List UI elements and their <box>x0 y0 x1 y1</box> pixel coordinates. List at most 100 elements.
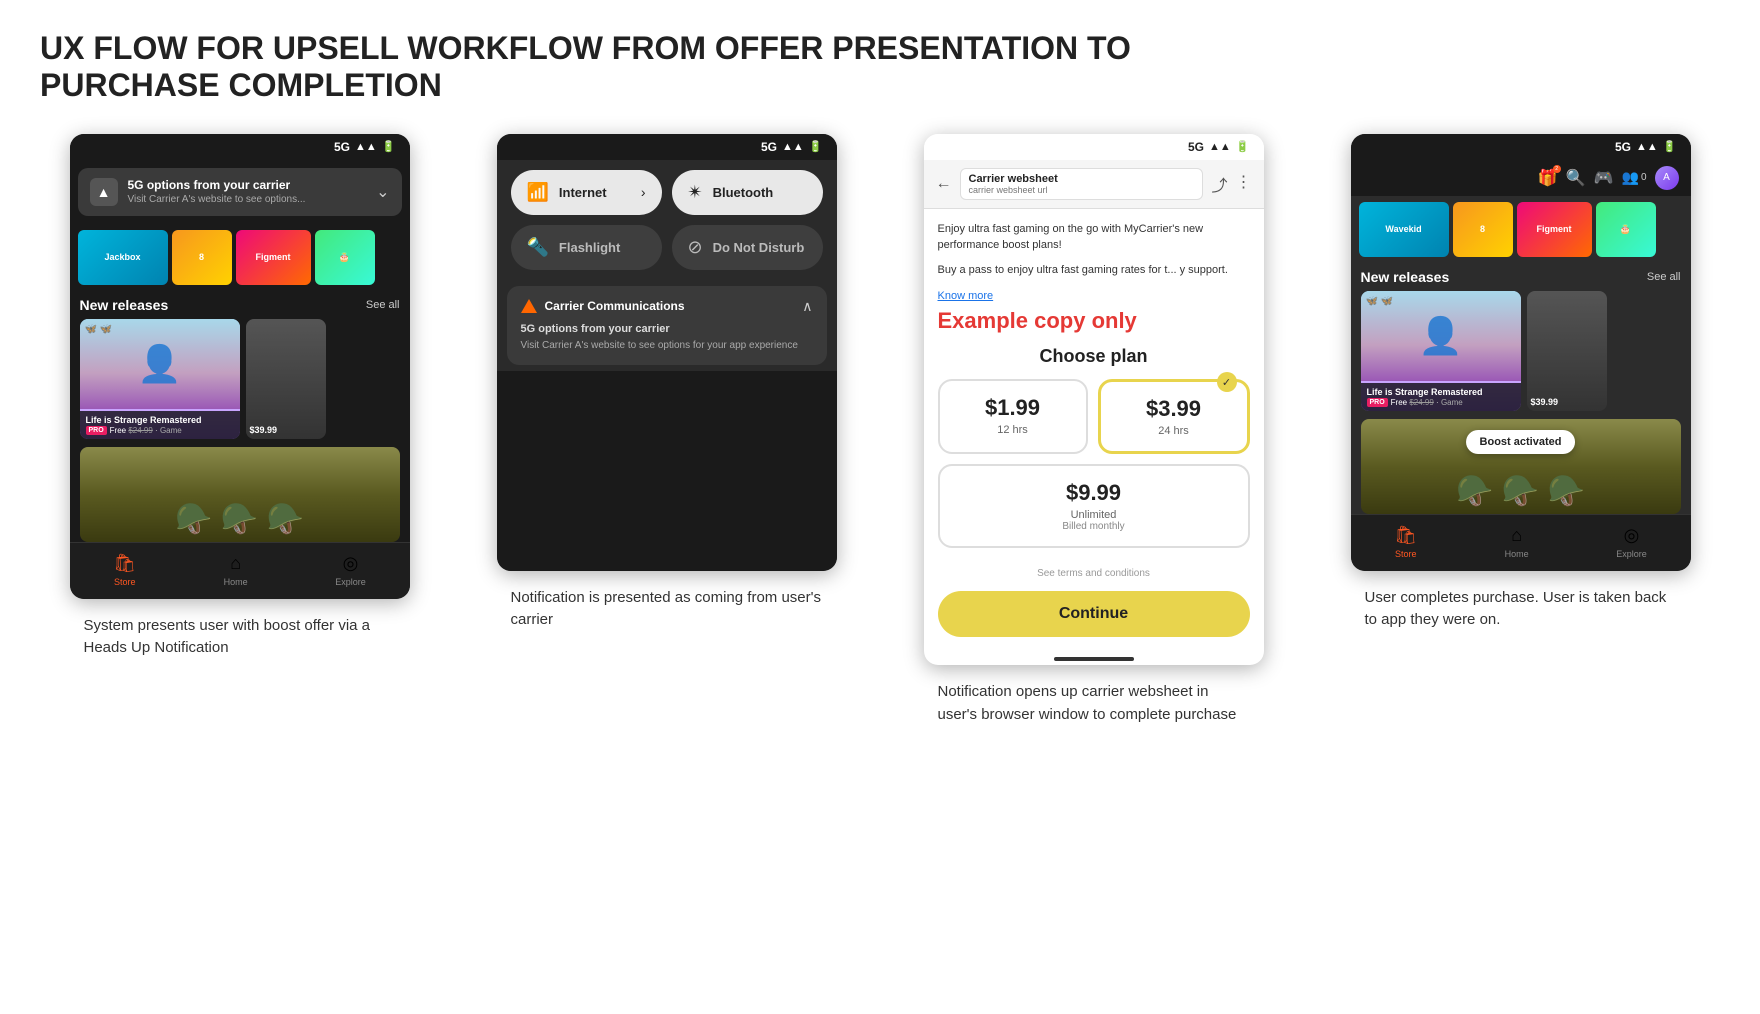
promo-text: Enjoy ultra fast gaming on the go with M… <box>938 221 1250 254</box>
section-title-1: New releases <box>80 297 169 313</box>
carrier-name-label: Carrier Communications <box>545 299 685 313</box>
expand-icon[interactable]: ⌄ <box>376 182 389 202</box>
screen4-col: 5G ▲▲ 🔋 🎁 2 🔍 🎮 👥 0 A <box>1321 134 1720 632</box>
banner-thumbnails-4: Wavekid 8 Figment 🎂 <box>1351 196 1691 263</box>
plan-card-2[interactable]: ✓ $3.99 24 hrs <box>1098 379 1250 454</box>
price-type: Game <box>160 426 182 435</box>
continue-button[interactable]: Continue <box>938 591 1250 637</box>
url-subtitle: carrier websheet url <box>969 185 1195 195</box>
ws-signal-icon: ▲▲ <box>1209 141 1231 153</box>
price-old-4: $24.99 <box>1409 398 1433 407</box>
qs-tile-bluetooth[interactable]: ✴ Bluetooth <box>672 170 823 215</box>
carrier-notif-body: Visit Carrier A's website to see options… <box>521 339 813 353</box>
heads-up-notification[interactable]: ▲ 5G options from your carrier Visit Car… <box>78 168 402 216</box>
nav-store-4[interactable]: 🛍 Store <box>1394 525 1417 559</box>
users-count: 👥 0 <box>1622 169 1647 186</box>
store-icon-1: 🛍 <box>113 553 136 574</box>
collapse-icon[interactable]: ∧ <box>802 298 812 315</box>
terms-text: See terms and conditions <box>938 568 1250 579</box>
websheet-toolbar: ← Carrier websheet carrier websheet url … <box>924 160 1264 209</box>
plan-price-1: $1.99 <box>948 395 1078 421</box>
wifi-icon: 📶 <box>527 182 549 203</box>
game-meta-4: PRO Free $24.99 · Game <box>1367 398 1515 407</box>
nav-explore-4[interactable]: ◎ Explore <box>1616 525 1647 559</box>
controller-icon[interactable]: 🎮 <box>1594 168 1614 188</box>
qs-tile-internet[interactable]: 📶 Internet › <box>511 170 662 215</box>
plan-card-1[interactable]: $1.99 12 hrs <box>938 379 1088 454</box>
ws-battery-icon: 🔋 <box>1236 140 1250 153</box>
users-icon: 👥 <box>1622 169 1639 186</box>
status-text-1: 5G <box>334 140 350 154</box>
qs-flashlight-label: Flashlight <box>559 240 620 255</box>
price-type-4: Game <box>1441 398 1463 407</box>
bottom-nav-4: 🛍 Store ⌂ Home ◎ Explore <box>1351 514 1691 571</box>
char-silhouette: 👤 <box>137 343 182 385</box>
lis-character-4: 🦋 🦋 👤 <box>1361 291 1521 381</box>
see-all-4[interactable]: See all <box>1647 271 1681 283</box>
plan-duration-2: 24 hrs <box>1109 425 1239 437</box>
screen4-desc-text: User completes purchase. User is taken b… <box>1365 587 1677 632</box>
screens-row: 5G ▲▲ 🔋 ▲ 5G options from your carrier V… <box>40 134 1720 727</box>
qs-tiles: 📶 Internet › ✴ Bluetooth 🔦 Flashlight ⊘ … <box>497 160 837 280</box>
butterflies-decor: 🦋 🦋 <box>85 324 113 335</box>
websheet-body: Enjoy ultra fast gaming on the go with M… <box>924 209 1264 650</box>
status-bar-2: 5G ▲▲ 🔋 <box>497 134 837 160</box>
game-card-lis-4[interactable]: 🦋 🦋 👤 Life is Strange Remastered PRO Fre… <box>1361 291 1521 411</box>
game-card-moto-1[interactable]: $39.99 <box>246 319 326 439</box>
signal-icon-2: ▲▲ <box>782 141 804 153</box>
battery-icon-2: 🔋 <box>809 140 823 153</box>
plan-price-2: $3.99 <box>1109 396 1239 422</box>
thumb-8ball: 8 <box>172 230 232 285</box>
thumb-wavekid: Wavekid <box>1359 202 1449 257</box>
gift-badge: 🎁 2 <box>1538 168 1558 188</box>
url-title: Carrier websheet <box>969 173 1195 185</box>
soldiers-icon-4: 🪖 🪖 🪖 <box>1456 474 1585 509</box>
war-banner-1: 🪖 🪖 🪖 <box>80 447 400 542</box>
status-text-4: 5G <box>1615 140 1631 154</box>
qs-tile-flashlight[interactable]: 🔦 Flashlight <box>511 225 662 270</box>
back-button[interactable]: ← <box>936 175 952 193</box>
home-bar-3 <box>1054 657 1134 661</box>
avatar-icon[interactable]: A <box>1655 166 1679 190</box>
store-icon-4: 🛍 <box>1394 525 1417 546</box>
nav-home-1[interactable]: ⌂ Home <box>224 553 248 587</box>
plan-price-3: $9.99 <box>954 480 1234 506</box>
game-meta-1: PRO Free $24.99 · Game <box>86 426 234 435</box>
page-title: UX FLOW FOR UPSELL WORKFLOW FROM OFFER P… <box>40 30 1240 104</box>
more-icon[interactable]: ⋮ <box>1236 172 1252 196</box>
nav-store-1[interactable]: 🛍 Store <box>113 553 136 587</box>
game-card-moto-4[interactable]: $39.99 <box>1527 291 1607 411</box>
selected-checkmark: ✓ <box>1217 372 1237 392</box>
nav-explore-1[interactable]: ◎ Explore <box>335 553 366 587</box>
nav-home-label-1: Home <box>224 577 248 587</box>
game-card-lis-1[interactable]: 🦋 🦋 👤 Life is Strange Remastered PRO Fre… <box>80 319 240 439</box>
game-info-bar-4: Life is Strange Remastered PRO Free $24.… <box>1361 383 1521 411</box>
qs-dnd-label: Do Not Disturb <box>713 240 805 255</box>
status-text-3: 5G <box>1188 140 1204 154</box>
phone-frame-4: 5G ▲▲ 🔋 🎁 2 🔍 🎮 👥 0 A <box>1351 134 1691 571</box>
banner-thumbnails: Jackbox 8 Figment 🎂 <box>70 224 410 291</box>
qs-dark-area <box>497 371 837 571</box>
battery-icon-4: 🔋 <box>1663 140 1677 153</box>
search-icon[interactable]: 🔍 <box>1566 168 1586 188</box>
screen2-description: Notification is presented as coming from… <box>507 587 827 632</box>
flashlight-icon: 🔦 <box>527 237 549 258</box>
thumb-extra: 🎂 <box>315 230 375 285</box>
nav-home-4[interactable]: ⌂ Home <box>1505 525 1529 559</box>
see-all-1[interactable]: See all <box>366 299 400 311</box>
phone-frame-1: 5G ▲▲ 🔋 ▲ 5G options from your carrier V… <box>70 134 410 599</box>
share-icon[interactable]: ⤴ <box>1211 172 1227 196</box>
know-more-link[interactable]: Know more <box>938 290 994 302</box>
phone-frame-2: 5G ▲▲ 🔋 📶 Internet › ✴ Bluetooth 🔦 Flash… <box>497 134 837 571</box>
moto-price-1: $39.99 <box>250 425 278 435</box>
bluetooth-icon: ✴ <box>688 182 703 203</box>
status-text-2: 5G <box>761 140 777 154</box>
qs-tile-dnd[interactable]: ⊘ Do Not Disturb <box>672 225 823 270</box>
price-free: Free <box>110 426 126 435</box>
url-bar[interactable]: Carrier websheet carrier websheet url <box>960 168 1204 200</box>
explore-icon-4: ◎ <box>1624 525 1640 546</box>
plan-card-3[interactable]: $9.99 Unlimited Billed monthly <box>938 464 1250 548</box>
carrier-notification-expanded[interactable]: Carrier Communications ∧ 5G options from… <box>507 286 827 365</box>
game-info-bar-1: Life is Strange Remastered PRO Free $24.… <box>80 411 240 439</box>
screen1-desc-text: System presents user with boost offer vi… <box>84 615 396 660</box>
